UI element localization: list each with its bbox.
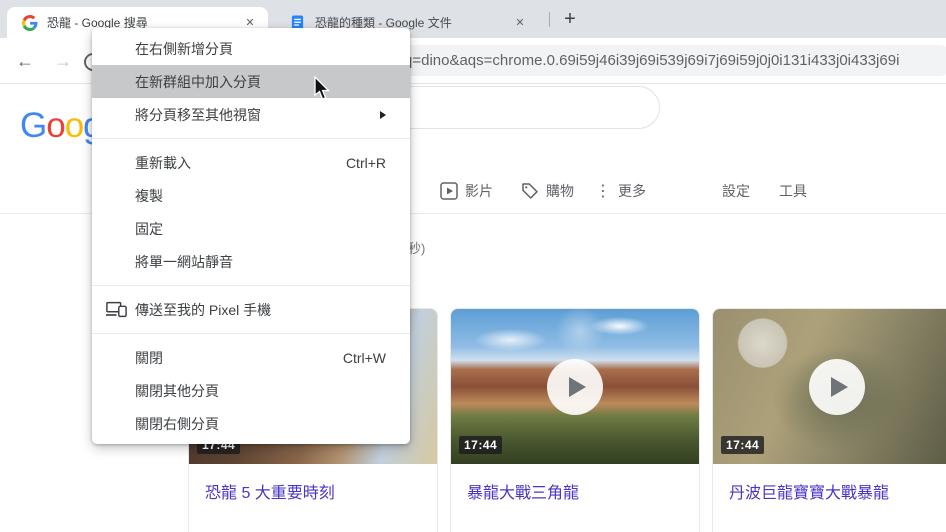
tab-more-label: 更多 [618, 183, 646, 199]
video-thumbnail[interactable]: 17:44 [713, 309, 946, 464]
devices-icon [106, 301, 135, 318]
video-duration-badge: 17:44 [721, 436, 765, 454]
menu-item-reload[interactable]: 重新載入 Ctrl+R [92, 146, 410, 179]
video-card: 17:44 暴龍大戰三角龍 [450, 308, 700, 532]
tab-context-menu: 在右側新增分頁 在新群組中加入分頁 將分頁移至其他視窗 重新載入 Ctrl+R … [92, 28, 410, 444]
result-stats-fragment: 秒) [408, 241, 426, 256]
logo-letter: o [46, 106, 65, 145]
logo-letter: G [20, 106, 47, 145]
url-text: q=dino&aqs=chrome.0.69i59j46i39j69i539j6… [404, 52, 900, 69]
play-icon[interactable] [809, 358, 865, 415]
video-title-link[interactable]: 丹波巨龍寶寶大戰暴龍 [713, 464, 946, 505]
tools-label: 工具 [779, 183, 807, 199]
forward-button[interactable]: → [51, 49, 75, 73]
google-favicon-icon [22, 14, 38, 31]
menu-item-send-to-pixel[interactable]: 傳送至我的 Pixel 手機 [92, 293, 410, 326]
menu-item-add-to-new-group[interactable]: 在新群組中加入分頁 [92, 65, 410, 98]
tools-link[interactable]: 工具 [779, 178, 807, 204]
video-thumbnail[interactable]: 17:44 [451, 309, 699, 464]
menu-item-close-others[interactable]: 關閉其他分頁 [92, 374, 410, 407]
menu-item-new-tab-right[interactable]: 在右側新增分頁 [92, 32, 410, 65]
shopping-tag-icon [521, 182, 539, 200]
new-tab-button[interactable]: + [556, 5, 584, 33]
menu-item-move-to-window[interactable]: 將分頁移至其他視窗 [92, 98, 410, 131]
mouse-cursor [314, 75, 332, 107]
settings-label: 設定 [722, 183, 750, 199]
video-title-link[interactable]: 暴龍大戰三角龍 [451, 464, 699, 505]
settings-link[interactable]: 設定 [722, 178, 750, 204]
shortcut-label: Ctrl+R [345, 154, 386, 171]
tab-more[interactable]: ⋮ 更多 [595, 178, 646, 204]
menu-separator [92, 285, 410, 286]
close-tab-icon[interactable]: ✕ [512, 15, 528, 31]
tab-shopping[interactable]: 購物 [521, 178, 574, 204]
video-card: 17:44 丹波巨龍寶寶大戰暴龍 [712, 308, 946, 532]
tab-separator [549, 12, 550, 27]
shortcut-label: Ctrl+W [342, 349, 386, 366]
video-duration-badge: 17:44 [459, 436, 503, 454]
menu-item-close[interactable]: 關閉 Ctrl+W [92, 341, 410, 374]
menu-separator [92, 138, 410, 139]
submenu-arrow-icon [380, 110, 386, 119]
menu-item-close-right[interactable]: 關閉右側分頁 [92, 407, 410, 440]
tab-videos[interactable]: 影片 [440, 178, 493, 204]
menu-item-pin[interactable]: 固定 [92, 212, 410, 245]
more-vert-icon: ⋮ [595, 183, 611, 200]
tab-videos-label: 影片 [465, 183, 493, 199]
play-icon[interactable] [547, 358, 603, 415]
back-button[interactable]: ← [13, 49, 37, 73]
tab-shopping-label: 購物 [546, 183, 574, 199]
menu-item-duplicate[interactable]: 複製 [92, 179, 410, 212]
menu-item-mute-site[interactable]: 將單一網站靜音 [92, 245, 410, 278]
logo-letter: o [64, 106, 84, 145]
browser-window: 恐龍 - Google 搜尋 ✕ 恐龍的種類 - Google 文件 ✕ + ←… [0, 0, 946, 532]
video-title-link[interactable]: 恐龍 5 大重要時刻 [189, 464, 437, 505]
video-icon [440, 182, 458, 200]
menu-separator [92, 333, 410, 334]
